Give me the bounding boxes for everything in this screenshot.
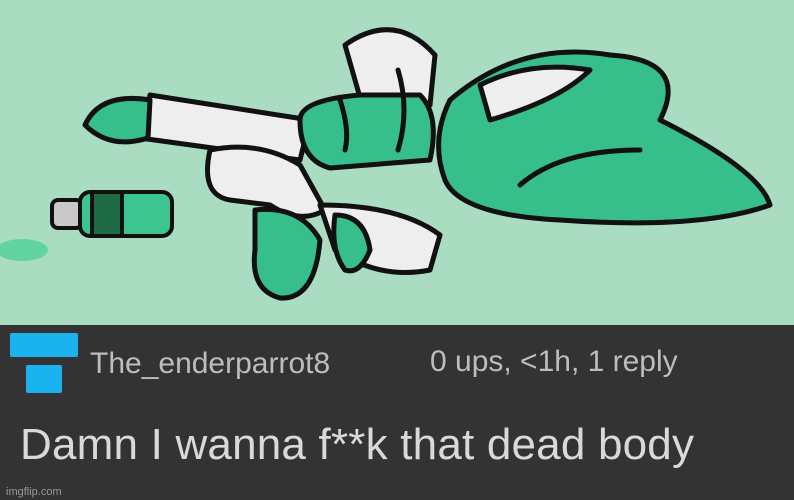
cartoon-illustration [0,0,794,325]
imgflip-watermark: imgflip.com [6,486,62,498]
comment-username[interactable]: The_enderparrot8 [90,347,330,381]
avatar-bottom-block [26,365,62,393]
avatar-top-block [10,333,78,357]
comment-text: Damn I wanna f**k that dead body [20,420,695,469]
meme-image [0,0,794,325]
comment-meta: 0 ups, <1h, 1 reply [430,345,678,378]
user-avatar-icon[interactable] [10,333,78,393]
bottle-shape [50,190,174,238]
